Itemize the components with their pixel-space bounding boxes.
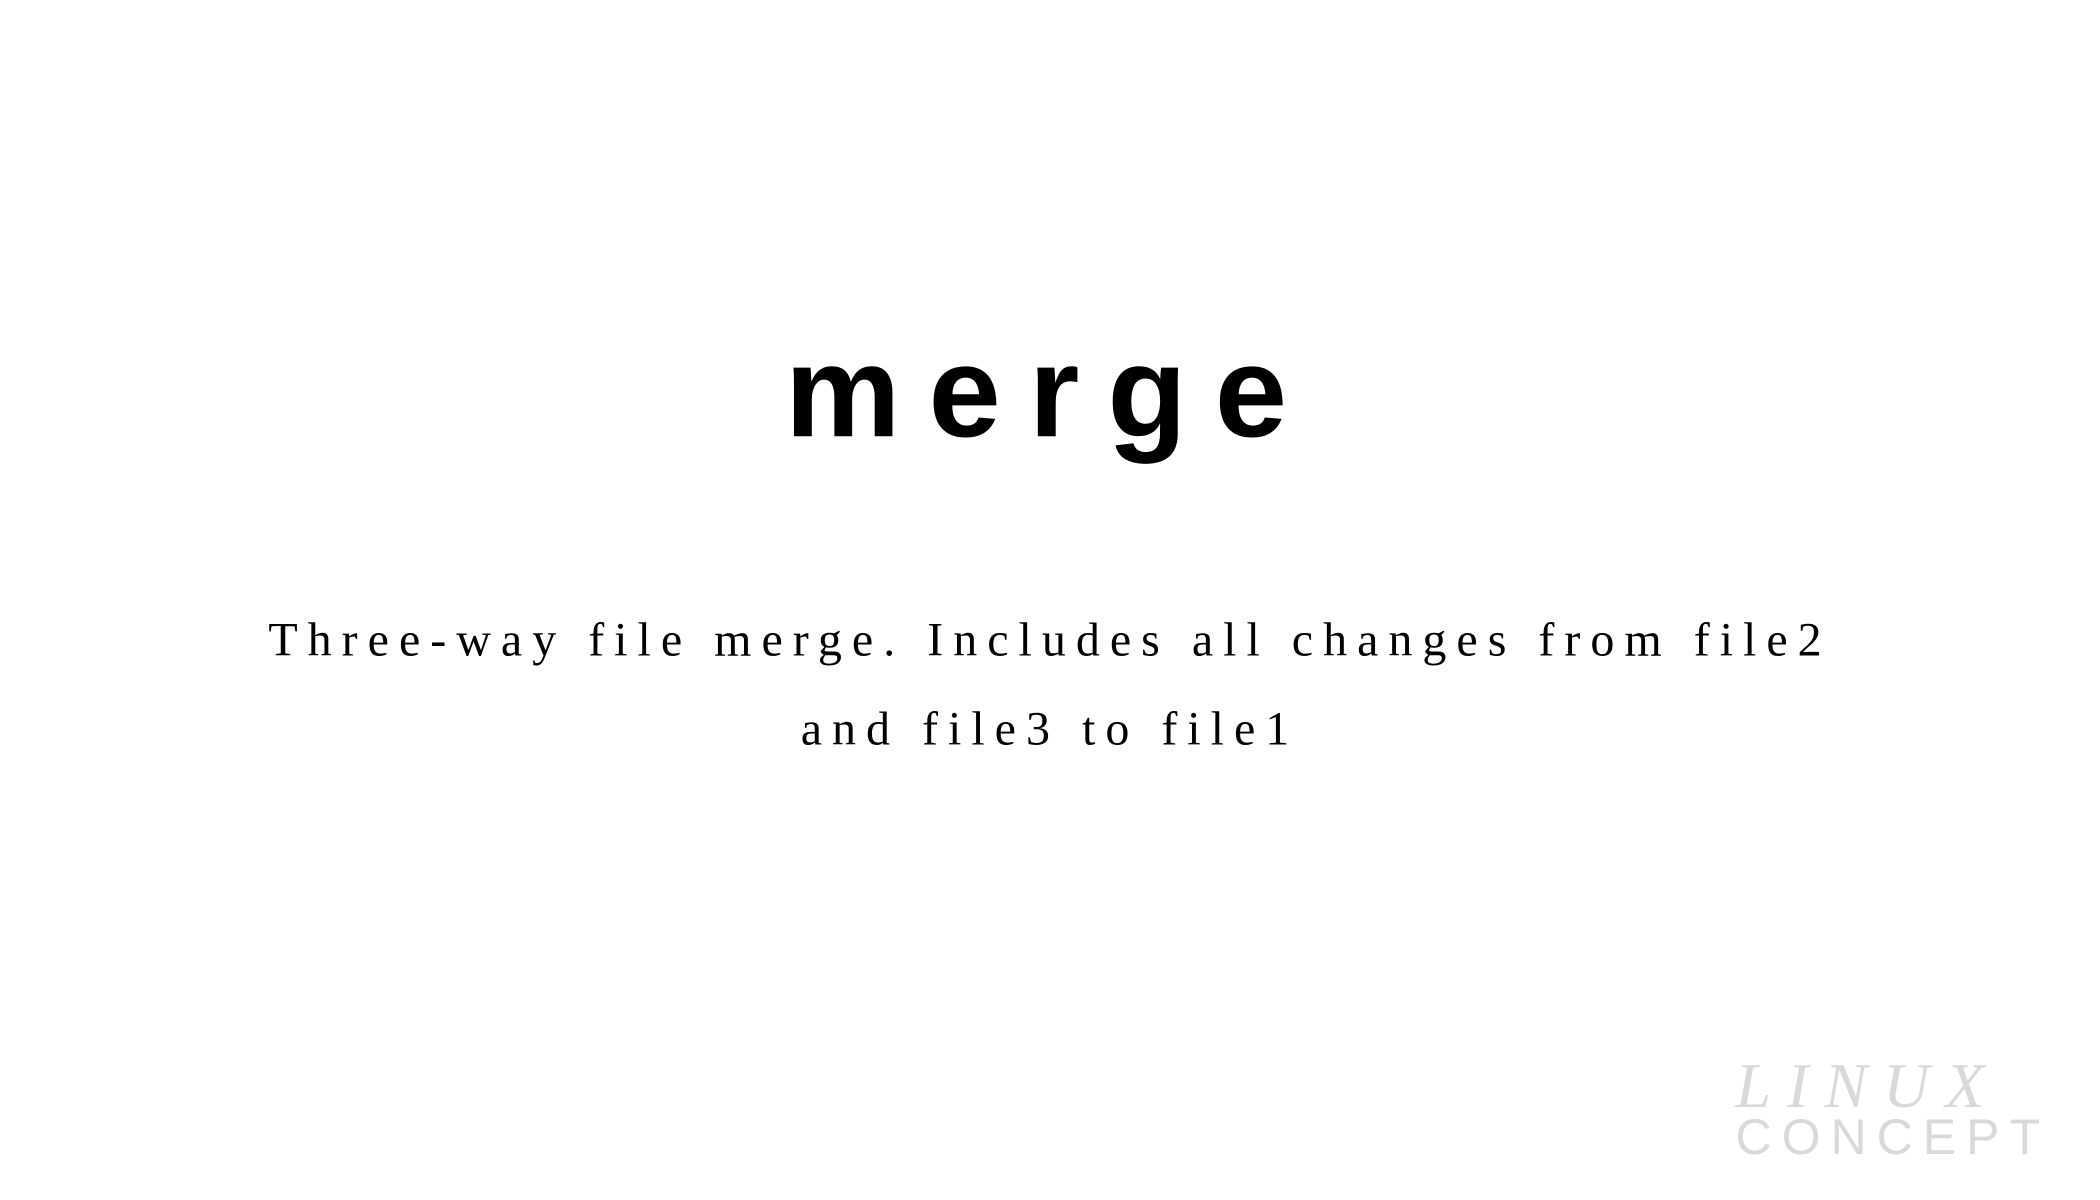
command-title: merge bbox=[0, 316, 2100, 466]
slide-content: merge Three-way file merge. Includes all… bbox=[0, 316, 2100, 774]
watermark-text-line2: CONCEPT bbox=[1736, 1115, 2050, 1160]
command-description: Three-way file merge. Includes all chang… bbox=[250, 596, 1850, 774]
watermark-text-line1: LINUX bbox=[1736, 1057, 2050, 1115]
brand-watermark: LINUX CONCEPT bbox=[1736, 1057, 2050, 1160]
